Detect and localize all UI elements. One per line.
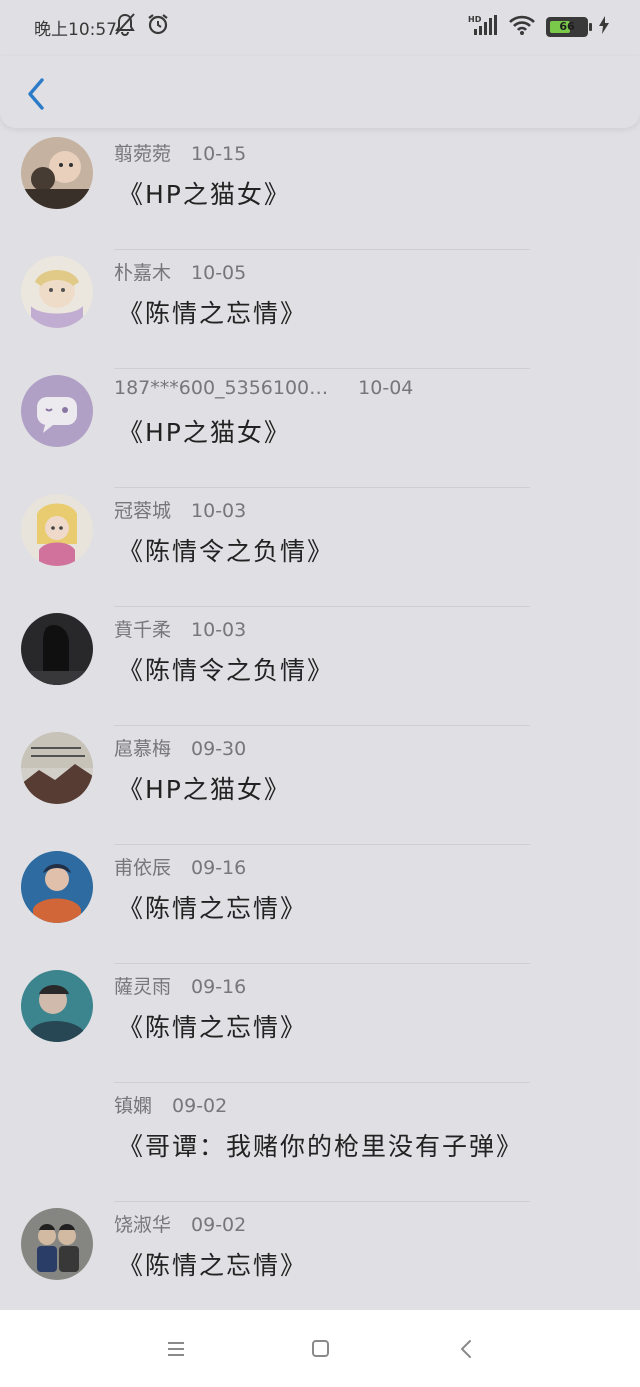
comment-date: 10-05 bbox=[191, 262, 247, 284]
book-title[interactable]: 《陈情令之负情》 bbox=[118, 651, 334, 687]
hd-signal-icon: HD bbox=[468, 14, 498, 40]
avatar[interactable] bbox=[21, 613, 93, 685]
list-item[interactable]: 翦菀菀 10-15 《HP之猫女》 bbox=[0, 131, 640, 250]
avatar[interactable] bbox=[21, 494, 93, 566]
status-bar: 晚上10:57 HD 66 bbox=[0, 0, 640, 56]
commenter-name[interactable]: 薩灵雨 bbox=[114, 976, 171, 998]
comment-list: 翦菀菀 10-15 《HP之猫女》 朴嘉木 10-05 《陈情之忘情》 187***… bbox=[0, 131, 640, 1310]
home-button[interactable] bbox=[306, 1335, 336, 1363]
list-item[interactable]: 朴嘉木 10-05 《陈情之忘情》 bbox=[0, 250, 640, 369]
avatar[interactable] bbox=[21, 1208, 93, 1280]
svg-text:HD: HD bbox=[468, 15, 482, 24]
book-title[interactable]: 《HP之猫女》 bbox=[118, 175, 291, 211]
mute-bell-icon bbox=[114, 12, 136, 40]
comment-date: 09-02 bbox=[191, 1214, 247, 1236]
comment-date: 10-03 bbox=[191, 619, 247, 641]
avatar[interactable] bbox=[21, 851, 93, 923]
alarm-icon bbox=[146, 12, 170, 40]
battery-level: 66 bbox=[559, 20, 575, 33]
commenter-name[interactable]: 朴嘉木 bbox=[114, 262, 171, 284]
charging-icon bbox=[598, 15, 610, 39]
system-nav-bar bbox=[0, 1310, 640, 1387]
comment-date: 09-16 bbox=[191, 857, 247, 879]
list-item[interactable]: 薩灵雨 09-16 《陈情之忘情》 bbox=[0, 964, 640, 1083]
list-item[interactable]: 冠蓉城 10-03 《陈情令之负情》 bbox=[0, 488, 640, 607]
comment-list-screen: 晚上10:57 HD 66 翦菀菀 10-15 《HP之猫女》 朴嘉木 10-0… bbox=[0, 0, 640, 1310]
list-item[interactable]: 187***600_5356100… 10-04 《HP之猫女》 bbox=[0, 369, 640, 488]
comment-date: 10-04 bbox=[358, 377, 414, 399]
top-header bbox=[0, 56, 640, 128]
commenter-name[interactable]: 扈慕梅 bbox=[114, 738, 171, 760]
list-item[interactable]: 賁千柔 10-03 《陈情令之负情》 bbox=[0, 607, 640, 726]
default-avatar-icon[interactable] bbox=[21, 375, 93, 447]
book-title[interactable]: 《陈情之忘情》 bbox=[118, 294, 307, 330]
avatar[interactable] bbox=[21, 256, 93, 328]
commenter-name[interactable]: 翦菀菀 bbox=[114, 143, 171, 165]
book-title[interactable]: 《哥谭：我赌你的枪里没有子弹》 bbox=[118, 1127, 523, 1163]
commenter-name[interactable]: 賁千柔 bbox=[114, 619, 171, 641]
commenter-name[interactable]: 冠蓉城 bbox=[114, 500, 171, 522]
back-arrow-icon bbox=[28, 78, 44, 110]
back-chevron-icon bbox=[461, 1340, 471, 1358]
list-item[interactable]: 扈慕梅 09-30 《HP之猫女》 bbox=[0, 726, 640, 845]
book-title[interactable]: 《HP之猫女》 bbox=[118, 770, 291, 806]
battery-icon: 66 bbox=[546, 17, 592, 37]
book-title[interactable]: 《陈情之忘情》 bbox=[118, 1008, 307, 1044]
avatar[interactable] bbox=[21, 732, 93, 804]
avatar[interactable] bbox=[21, 137, 93, 209]
home-square-icon bbox=[312, 1340, 329, 1357]
book-title[interactable]: 《陈情令之负情》 bbox=[118, 532, 334, 568]
commenter-name[interactable]: 饶淑华 bbox=[114, 1214, 171, 1236]
comment-date: 09-16 bbox=[191, 976, 247, 998]
comment-date: 10-03 bbox=[191, 500, 247, 522]
wifi-icon bbox=[508, 14, 536, 40]
system-back-button[interactable] bbox=[452, 1335, 482, 1363]
list-item[interactable]: 镇嫻 09-02 《哥谭：我赌你的枪里没有子弹》 bbox=[0, 1083, 640, 1202]
list-item[interactable]: 甫依辰 09-16 《陈情之忘情》 bbox=[0, 845, 640, 964]
book-title[interactable]: 《HP之猫女》 bbox=[118, 413, 291, 449]
avatar[interactable] bbox=[21, 970, 93, 1042]
menu-icon bbox=[168, 1342, 184, 1356]
list-item[interactable]: 饶淑华 09-02 《陈情之忘情》 bbox=[0, 1202, 640, 1310]
back-button[interactable] bbox=[22, 74, 52, 114]
commenter-name[interactable]: 甫依辰 bbox=[114, 857, 171, 879]
book-title[interactable]: 《陈情之忘情》 bbox=[118, 1246, 307, 1282]
commenter-name[interactable]: 镇嫻 bbox=[114, 1095, 152, 1117]
book-title[interactable]: 《陈情之忘情》 bbox=[118, 889, 307, 925]
menu-button[interactable] bbox=[162, 1335, 192, 1363]
comment-date: 09-30 bbox=[191, 738, 247, 760]
comment-date: 10-15 bbox=[191, 143, 247, 165]
status-time: 晚上10:57 bbox=[34, 20, 117, 40]
comment-date: 09-02 bbox=[172, 1095, 228, 1117]
commenter-name[interactable]: 187***600_5356100… bbox=[114, 377, 328, 399]
